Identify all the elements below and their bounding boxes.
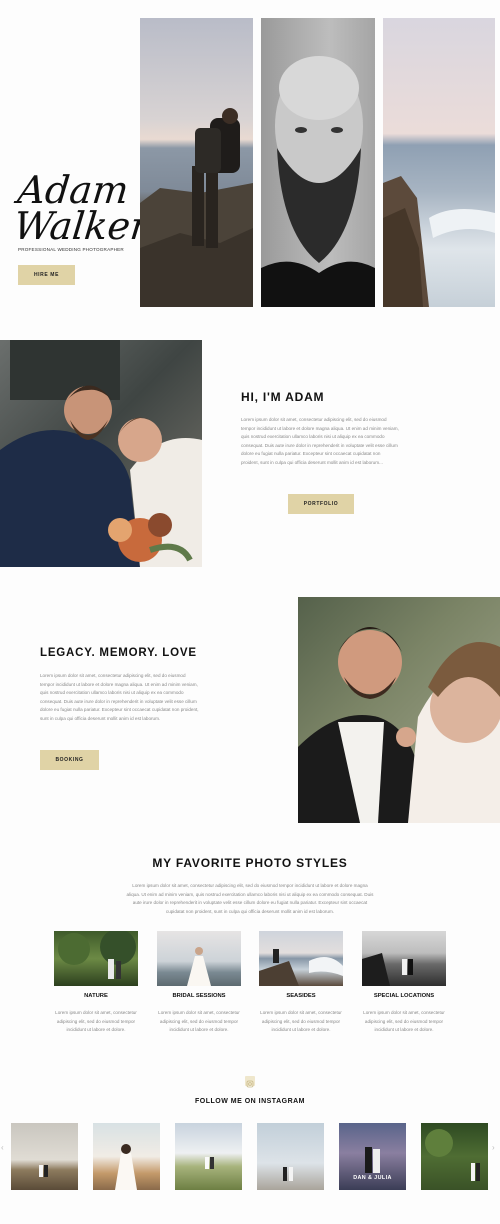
instagram-photo-4[interactable] — [257, 1123, 324, 1190]
style-text-nature: Lorem ipsum dolor sit amet, consectetur … — [55, 1010, 137, 1033]
instagram-photo-5[interactable]: DAN & JULIA — [339, 1123, 406, 1190]
style-title-seasides: SEASIDES — [286, 993, 316, 999]
style-card-special[interactable]: SPECIAL LOCATIONS Lorem ipsum dolor sit … — [358, 931, 450, 1035]
style-image-bridal — [157, 931, 241, 986]
instagram-photo-1[interactable] — [11, 1123, 78, 1190]
legacy-body: Lorem ipsum dolor sit amet, consectetur … — [40, 673, 199, 721]
about-body: Lorem ipsum dolor sit amet, consectetur … — [241, 417, 399, 465]
style-text-bridal: Lorem ipsum dolor sit amet, consectetur … — [158, 1010, 240, 1033]
styles-heading: MY FAVORITE PHOTO STYLES — [152, 856, 348, 870]
style-image-special — [362, 931, 446, 986]
style-card-seasides[interactable]: SEASIDES Lorem ipsum dolor sit amet, con… — [255, 931, 347, 1035]
hero-name-first: Adam — [15, 168, 131, 212]
style-text-special: Lorem ipsum dolor sit amet, consectetur … — [363, 1010, 445, 1033]
instagram-caption: DAN & JULIA — [353, 1175, 392, 1181]
legacy-heading: LEGACY. MEMORY. LOVE — [40, 647, 197, 659]
legacy-photo-couple — [298, 597, 500, 823]
hero-photo-photographer — [140, 18, 253, 307]
style-card-nature[interactable]: NATURE Lorem ipsum dolor sit amet, conse… — [50, 931, 142, 1035]
instagram-photo-3[interactable] — [175, 1123, 242, 1190]
hero-name: Adam Walker — [11, 168, 154, 248]
portfolio-button[interactable]: PORTFOLIO — [288, 494, 354, 514]
hero-name-last: Walker — [11, 204, 151, 248]
instagram-photo-6[interactable] — [421, 1123, 488, 1190]
about-heading: HI, I'M ADAM — [241, 390, 325, 404]
styles-intro: Lorem ipsum dolor sit amet, consectetur … — [126, 883, 374, 914]
style-title-bridal: BRIDAL SESSIONS — [172, 993, 226, 999]
style-card-bridal[interactable]: BRIDAL SESSIONS Lorem ipsum dolor sit am… — [153, 931, 245, 1035]
style-image-nature — [54, 931, 138, 986]
instagram-heading: FOLLOW ME ON INSTAGRAM — [194, 1098, 306, 1105]
hero-photo-portrait — [261, 18, 375, 307]
hire-me-button[interactable]: HIRE ME — [18, 265, 75, 285]
hero-subtitle: PROFESSIONAL WEDDING PHOTOGRAPHER — [18, 247, 124, 252]
instagram-icon — [245, 1076, 255, 1088]
instagram-photo-2[interactable] — [93, 1123, 160, 1190]
style-text-seasides: Lorem ipsum dolor sit amet, consectetur … — [260, 1010, 342, 1033]
carousel-next-icon[interactable]: › — [492, 1143, 495, 1152]
style-title-special: SPECIAL LOCATIONS — [373, 993, 435, 999]
hero-photo-seaside — [383, 18, 495, 307]
about-photo-couple — [0, 340, 202, 567]
carousel-prev-icon[interactable]: ‹ — [1, 1143, 4, 1152]
style-title-nature: NATURE — [84, 993, 108, 999]
style-image-seasides — [259, 931, 343, 986]
booking-button[interactable]: BOOKING — [40, 750, 99, 770]
